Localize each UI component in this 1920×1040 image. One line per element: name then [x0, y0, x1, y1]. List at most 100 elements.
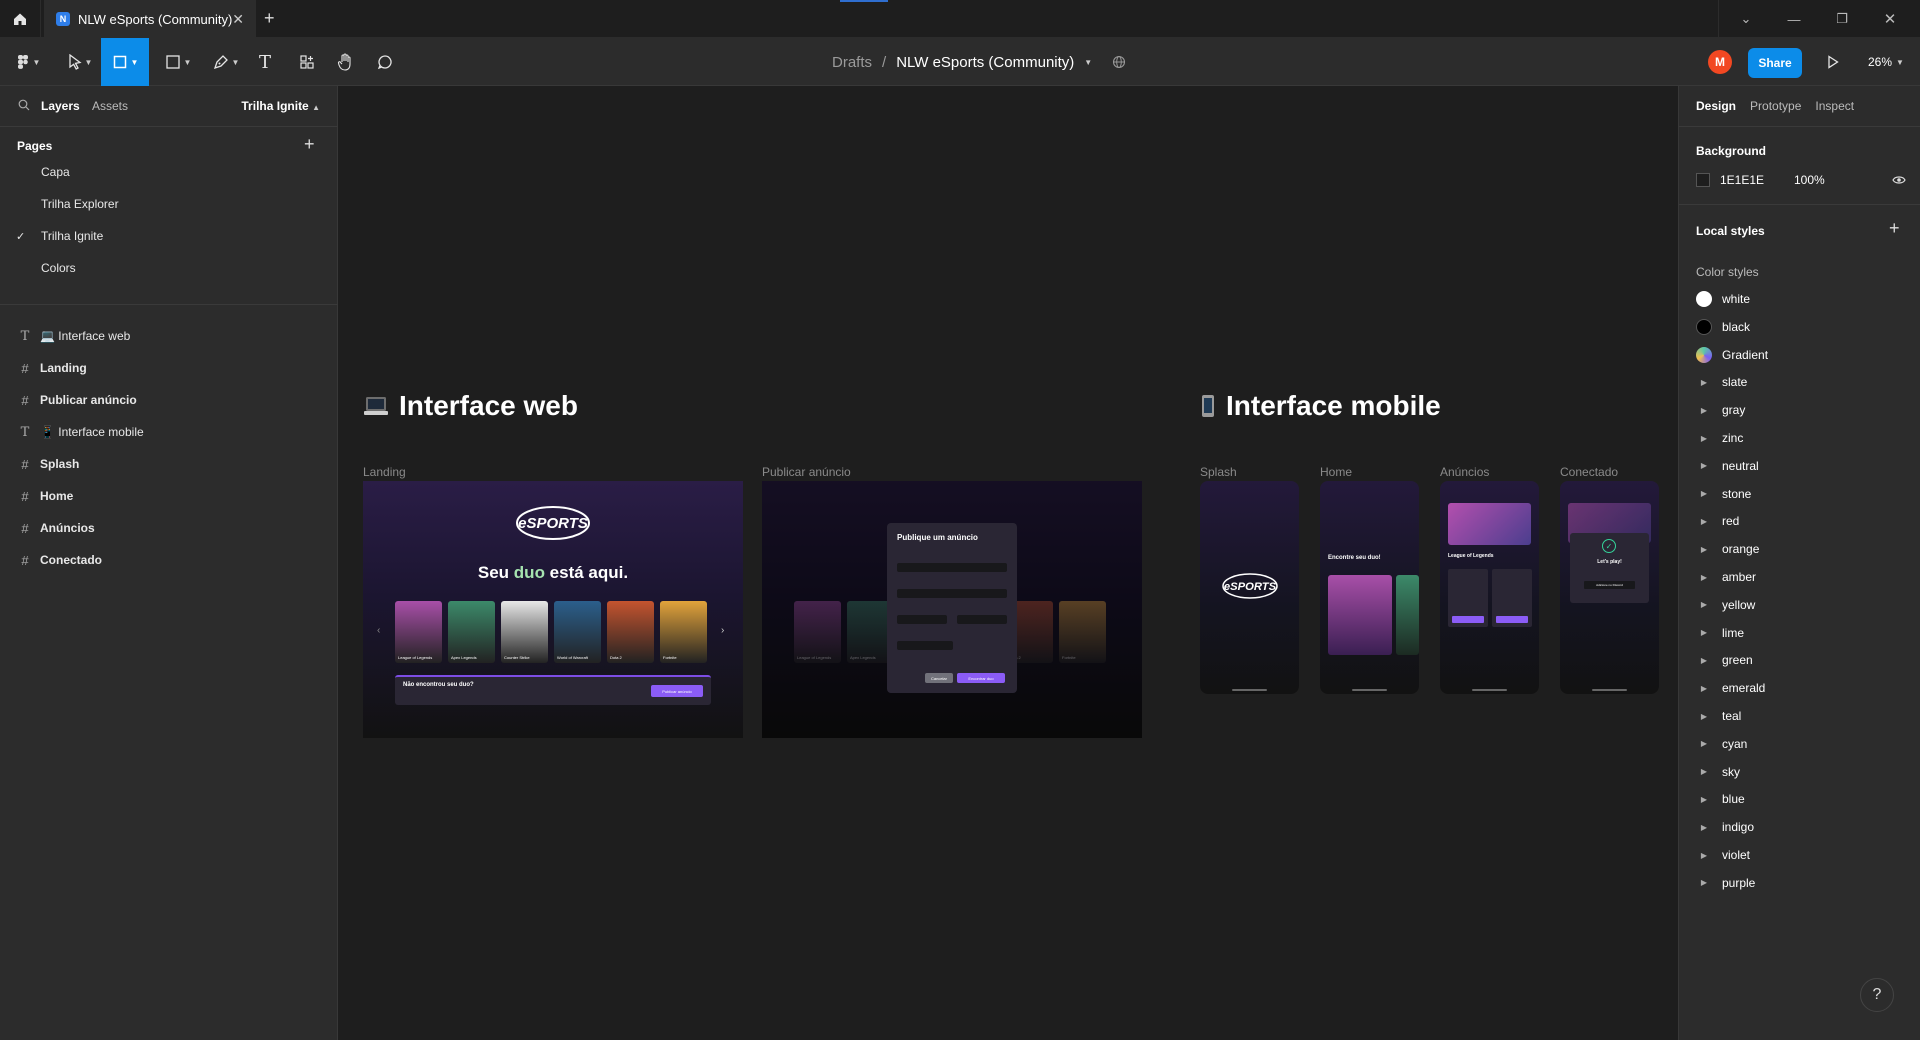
mobile-frame[interactable]: eSPORTS — [1200, 481, 1299, 694]
caret-right-icon[interactable]: ▶ — [1696, 823, 1712, 832]
caret-right-icon[interactable]: ▶ — [1696, 545, 1712, 554]
zoom-control[interactable]: 26% ▼ — [1868, 38, 1904, 86]
layer-row[interactable]: T 💻 Interface web — [0, 320, 338, 352]
color-style-emerald[interactable]: ▶ emerald — [1696, 673, 1906, 703]
minimize-icon[interactable]: — — [1770, 0, 1818, 38]
page-item[interactable]: Colors — [0, 252, 338, 284]
landing-frame[interactable]: eSPORTS Seu duo está aqui. ‹ › League of… — [363, 481, 743, 738]
color-style-purple[interactable]: ▶ purple — [1696, 868, 1906, 898]
new-tab-icon[interactable]: + — [264, 8, 275, 29]
caret-right-icon[interactable]: ▶ — [1696, 517, 1712, 526]
file-tab[interactable]: N NLW eSports (Community) ✕ — [44, 0, 256, 38]
caret-right-icon[interactable]: ▶ — [1696, 684, 1712, 693]
color-style-violet[interactable]: ▶ violet — [1696, 840, 1906, 870]
current-page-selector[interactable]: Trilha Ignite ▲ — [241, 99, 320, 113]
background-swatch[interactable] — [1696, 173, 1710, 187]
tab-prototype[interactable]: Prototype — [1750, 99, 1801, 113]
close-window-icon[interactable]: ✕ — [1866, 0, 1914, 38]
resources-tool[interactable] — [296, 38, 318, 86]
frame-label-landing[interactable]: Landing — [363, 465, 406, 479]
comment-tool[interactable] — [374, 38, 396, 86]
mobile-frame[interactable]: League of Legends — [1440, 481, 1539, 694]
help-button[interactable]: ? — [1860, 978, 1894, 1012]
background-opacity[interactable]: 100% — [1794, 173, 1825, 187]
color-style-indigo[interactable]: ▶ indigo — [1696, 812, 1906, 842]
color-style-slate[interactable]: ▶ slate — [1696, 367, 1906, 397]
frame-label-mobile[interactable]: Conectado — [1560, 465, 1618, 479]
present-button[interactable] — [1822, 38, 1844, 86]
color-style-neutral[interactable]: ▶ neutral — [1696, 451, 1906, 481]
layer-row[interactable]: # Landing — [0, 352, 338, 384]
mobile-frame[interactable]: ✓ Let's play! Adicione no Discord — [1560, 481, 1659, 694]
frame-label-mobile[interactable]: Anúncios — [1440, 465, 1489, 479]
caret-right-icon[interactable]: ▶ — [1696, 878, 1712, 887]
color-style-blue[interactable]: ▶ blue — [1696, 784, 1906, 814]
add-page-icon[interactable]: + — [304, 134, 315, 155]
main-menu-button[interactable]: ▼ — [8, 38, 48, 86]
caret-right-icon[interactable]: ▶ — [1696, 573, 1712, 582]
tab-design[interactable]: Design — [1696, 99, 1736, 113]
section-title-mobile[interactable]: Interface mobile — [1200, 390, 1441, 422]
globe-icon[interactable] — [1112, 55, 1126, 69]
caret-right-icon[interactable]: ▶ — [1696, 795, 1712, 804]
text-tool[interactable]: T — [254, 38, 276, 86]
frame-tool[interactable]: ▼ — [101, 38, 149, 86]
restore-icon[interactable]: ❐ — [1818, 0, 1866, 38]
layer-row[interactable]: # Splash — [0, 448, 338, 480]
color-style-yellow[interactable]: ▶ yellow — [1696, 590, 1906, 620]
add-style-icon[interactable]: + — [1889, 218, 1900, 239]
frame-label-publicar[interactable]: Publicar anúncio — [762, 465, 851, 479]
caret-right-icon[interactable]: ▶ — [1696, 600, 1712, 609]
mobile-frame[interactable]: Encontre seu duo! — [1320, 481, 1419, 694]
chevron-down-icon[interactable]: ⌄ — [1722, 0, 1770, 38]
layer-row[interactable]: # Conectado — [0, 544, 338, 576]
layer-row[interactable]: # Home — [0, 480, 338, 512]
color-style-teal[interactable]: ▶ teal — [1696, 701, 1906, 731]
caret-right-icon[interactable]: ▶ — [1696, 712, 1712, 721]
close-tab-icon[interactable]: ✕ — [232, 11, 244, 28]
color-style-black[interactable]: black — [1696, 312, 1906, 342]
pen-tool[interactable]: ▼ — [206, 38, 246, 86]
background-hex[interactable]: 1E1E1E — [1720, 173, 1794, 187]
move-tool[interactable]: ▼ — [60, 38, 100, 86]
publicar-frame[interactable]: League of LegendsApex LegendsCounter Str… — [762, 481, 1142, 738]
color-style-red[interactable]: ▶ red — [1696, 506, 1906, 536]
caret-right-icon[interactable]: ▶ — [1696, 378, 1712, 387]
canvas[interactable]: Interface web Interface mobile Landing P… — [338, 86, 1678, 1040]
page-item[interactable]: Capa — [0, 156, 338, 188]
color-style-cyan[interactable]: ▶ cyan — [1696, 729, 1906, 759]
breadcrumb-drafts[interactable]: Drafts — [832, 54, 872, 71]
caret-right-icon[interactable]: ▶ — [1696, 434, 1712, 443]
share-button[interactable]: Share — [1748, 48, 1802, 78]
caret-right-icon[interactable]: ▶ — [1696, 739, 1712, 748]
color-style-sky[interactable]: ▶ sky — [1696, 757, 1906, 787]
caret-right-icon[interactable]: ▶ — [1696, 489, 1712, 498]
shape-tool[interactable]: ▼ — [158, 38, 198, 86]
frame-label-mobile[interactable]: Splash — [1200, 465, 1237, 479]
frame-label-mobile[interactable]: Home — [1320, 465, 1352, 479]
avatar[interactable]: M — [1708, 50, 1732, 74]
color-style-gradient[interactable]: Gradient — [1696, 340, 1906, 370]
search-icon[interactable] — [18, 99, 30, 114]
color-style-gray[interactable]: ▶ gray — [1696, 395, 1906, 425]
color-style-green[interactable]: ▶ green — [1696, 645, 1906, 675]
eye-icon[interactable] — [1892, 174, 1906, 186]
file-name[interactable]: NLW eSports (Community) — [896, 54, 1074, 71]
caret-right-icon[interactable]: ▶ — [1696, 628, 1712, 637]
page-item[interactable]: Trilha Explorer — [0, 188, 338, 220]
chevron-down-icon[interactable]: ▼ — [1084, 58, 1092, 67]
caret-right-icon[interactable]: ▶ — [1696, 767, 1712, 776]
color-style-white[interactable]: white — [1696, 284, 1906, 314]
caret-right-icon[interactable]: ▶ — [1696, 461, 1712, 470]
background-row[interactable]: 1E1E1E 100% — [1696, 172, 1906, 188]
color-style-amber[interactable]: ▶ amber — [1696, 562, 1906, 592]
layer-row[interactable]: # Publicar anúncio — [0, 384, 338, 416]
color-style-orange[interactable]: ▶ orange — [1696, 534, 1906, 564]
color-style-lime[interactable]: ▶ lime — [1696, 618, 1906, 648]
layer-row[interactable]: # Anúncios — [0, 512, 338, 544]
home-button[interactable] — [0, 0, 41, 38]
color-style-stone[interactable]: ▶ stone — [1696, 479, 1906, 509]
section-title-web[interactable]: Interface web — [363, 390, 578, 422]
layer-row[interactable]: T 📱 Interface mobile — [0, 416, 338, 448]
caret-right-icon[interactable]: ▶ — [1696, 851, 1712, 860]
